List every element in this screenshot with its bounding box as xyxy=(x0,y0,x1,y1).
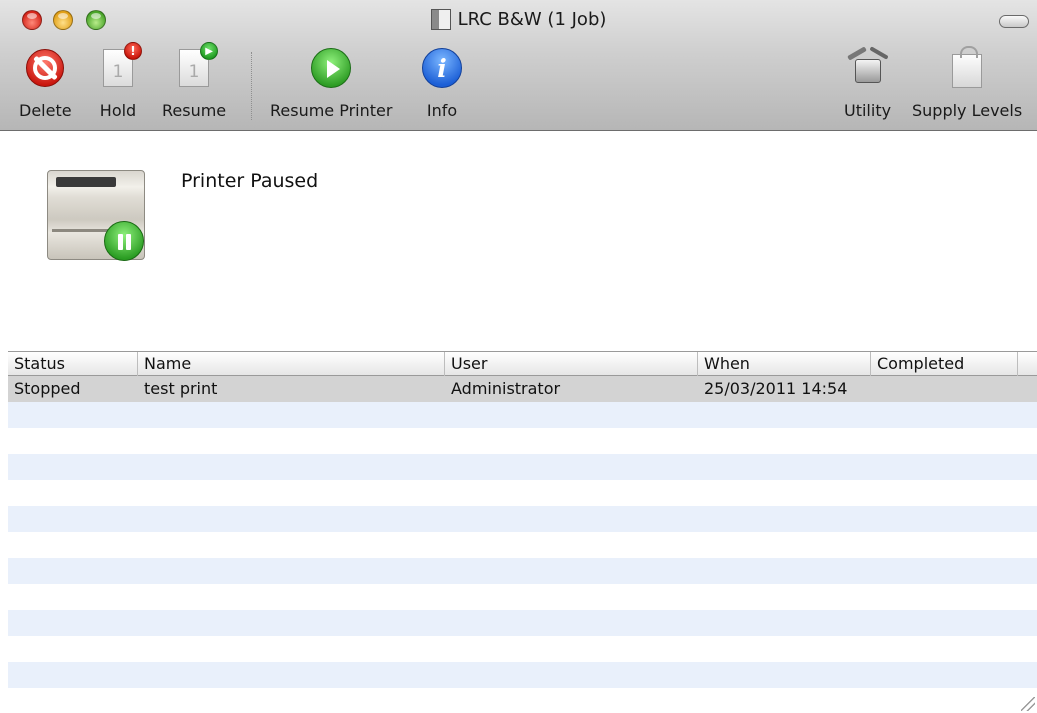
printer-paused-icon xyxy=(47,170,147,263)
resume-button[interactable]: 1 ▶ Resume xyxy=(162,42,227,120)
column-header-completed[interactable]: Completed xyxy=(871,352,1018,376)
printer-status-area: Printer Paused xyxy=(0,132,1037,351)
column-header-name[interactable]: Name xyxy=(138,352,445,376)
empty-row xyxy=(8,480,1037,506)
resume-label: Resume xyxy=(162,101,227,120)
jobs-table: Status Name User When Completed Stopped … xyxy=(8,351,1037,713)
play-icon xyxy=(311,48,352,88)
delete-label: Delete xyxy=(19,101,72,120)
cell-when: 25/03/2011 14:54 xyxy=(704,379,848,398)
printer-document-icon xyxy=(430,9,451,30)
resume-printer-button[interactable]: Resume Printer xyxy=(270,46,392,120)
delete-icon xyxy=(26,49,65,87)
empty-row xyxy=(8,428,1037,454)
empty-row xyxy=(8,662,1037,688)
empty-row xyxy=(8,636,1037,662)
hold-button[interactable]: 1 ! Hold xyxy=(96,42,142,120)
cell-name: test print xyxy=(144,379,218,398)
info-label: Info xyxy=(426,101,458,120)
resume-page-number: 1 xyxy=(188,62,200,82)
cell-completed xyxy=(871,376,877,402)
alert-badge-icon: ! xyxy=(124,42,142,60)
table-header: Status Name User When Completed xyxy=(8,351,1037,376)
printer-status-text: Printer Paused xyxy=(181,170,319,192)
column-header-status[interactable]: Status xyxy=(8,352,138,376)
table-rows: Stopped test print Administrator 25/03/2… xyxy=(8,376,1037,713)
cell-user: Administrator xyxy=(451,379,561,398)
info-button[interactable]: i Info xyxy=(420,46,464,120)
hold-icon: 1 ! xyxy=(103,42,142,87)
print-queue-window: LRC B&W (1 Job) Delete 1 ! Hold 1 ▶ Resu… xyxy=(0,0,1037,713)
info-icon: i xyxy=(422,48,462,88)
resume-printer-label: Resume Printer xyxy=(270,101,393,120)
empty-row xyxy=(8,688,1037,713)
supply-levels-label: Supply Levels xyxy=(912,101,1023,120)
utility-label: Utility xyxy=(844,101,892,120)
toolbar-separator xyxy=(251,52,252,120)
table-row[interactable]: Stopped test print Administrator 25/03/2… xyxy=(8,376,1037,402)
utility-icon xyxy=(846,46,889,87)
hold-label: Hold xyxy=(99,101,137,120)
column-header-user[interactable]: User xyxy=(445,352,698,376)
cell-status: Stopped xyxy=(14,379,81,398)
toolbar: LRC B&W (1 Job) Delete 1 ! Hold 1 ▶ Resu… xyxy=(0,0,1037,131)
window-title: LRC B&W (1 Job) xyxy=(457,9,607,30)
empty-row xyxy=(8,454,1037,480)
delete-button[interactable]: Delete xyxy=(19,46,72,120)
empty-row xyxy=(8,610,1037,636)
supply-levels-button[interactable]: Supply Levels xyxy=(912,46,1022,120)
toolbar-toggle-button[interactable] xyxy=(999,15,1029,28)
pause-badge-icon xyxy=(104,221,144,261)
utility-button[interactable]: Utility xyxy=(844,46,891,120)
play-badge-icon: ▶ xyxy=(200,42,219,60)
empty-row xyxy=(8,532,1037,558)
resize-grip[interactable] xyxy=(1021,697,1035,711)
window-title-bar: LRC B&W (1 Job) xyxy=(0,9,1037,35)
hold-page-number: 1 xyxy=(112,62,124,82)
empty-row xyxy=(8,558,1037,584)
empty-row xyxy=(8,402,1037,428)
empty-row xyxy=(8,506,1037,532)
resume-icon: 1 ▶ xyxy=(179,42,219,87)
column-header-when[interactable]: When xyxy=(698,352,871,376)
supply-bag-icon xyxy=(952,46,983,88)
empty-row xyxy=(8,584,1037,610)
